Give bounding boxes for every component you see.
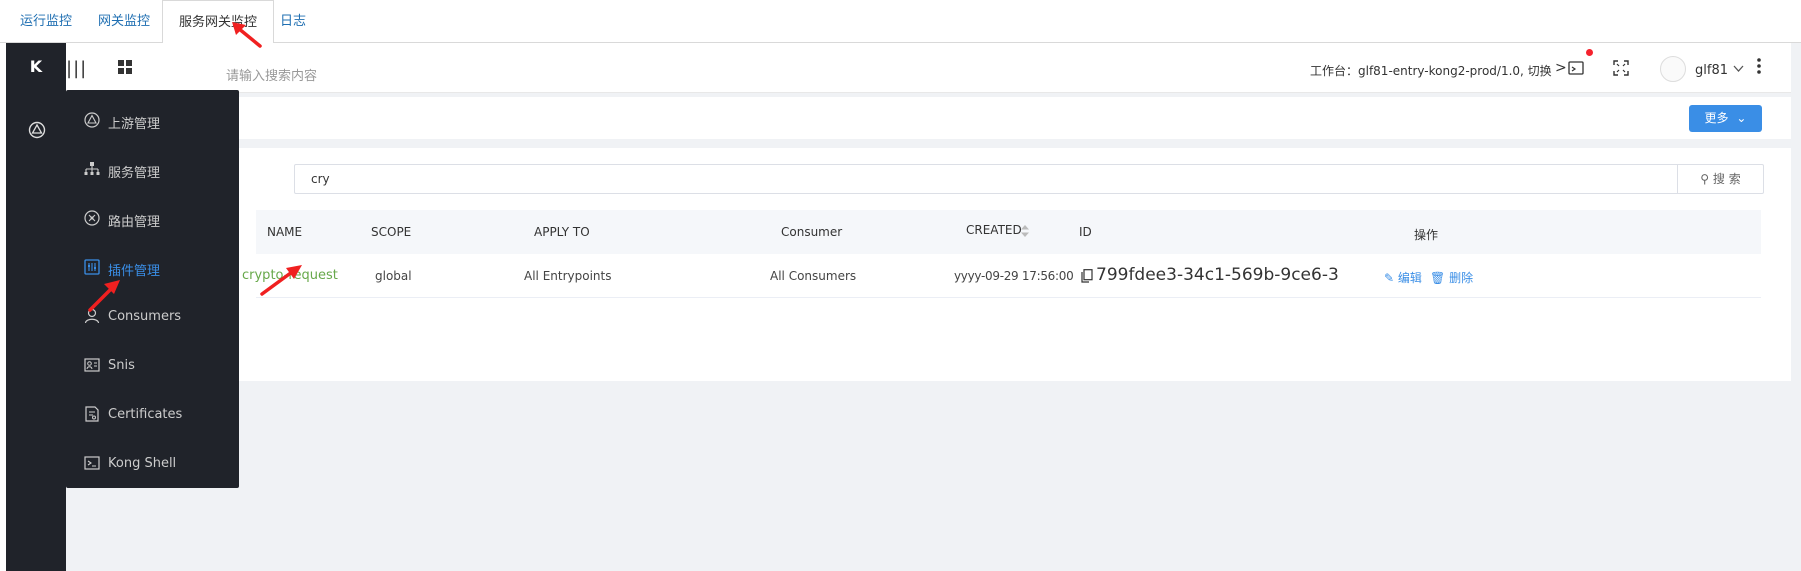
column-header-actions: 操作 xyxy=(1414,228,1439,242)
menu-item-snis[interactable]: Snis xyxy=(66,342,239,390)
edit-label: 编辑 xyxy=(1397,271,1422,285)
route-icon xyxy=(84,210,100,226)
terminal-icon xyxy=(84,456,100,470)
app-logo: K xyxy=(29,57,43,76)
menu-item-label: Certificates xyxy=(108,407,183,422)
cell-scope: global xyxy=(375,269,412,283)
menu-item-routes[interactable]: 路由管理 xyxy=(66,195,239,243)
cell-consumer: All Consumers xyxy=(770,269,857,283)
plugin-icon xyxy=(84,259,100,275)
edit-icon: ✎ xyxy=(1384,271,1395,285)
more-button-label: 更多 xyxy=(1704,111,1729,125)
top-tab-bar: 运行监控 网关监控 服务网关监控 日志 xyxy=(0,0,1801,44)
delete-label: 删除 xyxy=(1449,271,1474,285)
tab-runtime-monitor[interactable]: 运行监控 xyxy=(4,0,88,43)
sort-icon[interactable] xyxy=(1021,225,1029,237)
menu-item-label: 插件管理 xyxy=(108,264,161,279)
annotation-arrow-icon xyxy=(232,22,262,48)
search-button[interactable]: ⚲ 搜 索 xyxy=(1677,165,1763,193)
username[interactable]: glf81 xyxy=(1695,63,1728,78)
sitemap-icon xyxy=(84,162,100,175)
avatar[interactable] xyxy=(1660,56,1686,82)
menu-item-label: Snis xyxy=(108,358,135,373)
terminal-monitor-icon[interactable] xyxy=(1568,61,1584,75)
sni-icon xyxy=(84,358,100,372)
filter-box: cry ⚲ 搜 索 xyxy=(294,164,1764,194)
cell-created: yyyy-09-29 17:56:00 xyxy=(954,269,1074,283)
chevron-right-icon[interactable]: > xyxy=(1555,60,1567,76)
fullscreen-icon[interactable] xyxy=(1613,60,1629,76)
menu-item-kong-shell[interactable]: Kong Shell xyxy=(66,440,239,488)
cell-id: 799fdee3-34c1-569b-9ce6-3 xyxy=(1096,265,1339,285)
edit-action[interactable]: ✎ 编辑 xyxy=(1384,269,1422,286)
column-header-consumer[interactable]: Consumer xyxy=(781,225,842,239)
column-header-id[interactable]: ID xyxy=(1079,225,1092,239)
search-button-label: 搜 索 xyxy=(1712,172,1741,186)
workspace-switcher[interactable]: 工作台：glf81-entry-kong2-prod/1.0, 切换 xyxy=(1310,62,1552,79)
apps-grid-icon[interactable] xyxy=(118,60,132,74)
column-header-scope[interactable]: SCOPE xyxy=(371,225,411,239)
menu-item-label: 服务管理 xyxy=(108,166,161,181)
filter-input[interactable]: cry xyxy=(311,172,330,186)
menu-item-label: Kong Shell xyxy=(108,456,177,471)
menu-item-label: 路由管理 xyxy=(108,215,161,230)
main-content: ||| 请输入搜索内容 工作台：glf81-entry-kong2-prod/1… xyxy=(66,43,1801,571)
tab-gateway-monitor[interactable]: 网关监控 xyxy=(82,0,166,43)
chevron-down-icon[interactable] xyxy=(1733,65,1744,73)
toolbar: ||| 请输入搜索内容 工作台：glf81-entry-kong2-prod/1… xyxy=(66,43,1791,93)
left-rail: K xyxy=(6,43,66,571)
cell-apply-to: All Entrypoints xyxy=(524,269,612,283)
menu-item-services[interactable]: 服务管理 xyxy=(66,146,239,194)
global-search-input[interactable]: 请输入搜索内容 xyxy=(226,65,317,84)
upstream-icon xyxy=(84,112,100,128)
delete-action[interactable]: 🗑 删除 xyxy=(1430,269,1473,286)
menu-item-label: 上游管理 xyxy=(108,117,161,132)
certificate-icon xyxy=(85,406,99,422)
menu-item-upstream[interactable]: 上游管理 xyxy=(66,97,239,145)
table-header: NAME SCOPE APPLY TO Consumer CREATED ID … xyxy=(256,210,1761,254)
more-button[interactable]: 更多 ⌄ xyxy=(1689,105,1762,132)
plugins-panel: cry ⚲ 搜 索 NAME SCOPE APPLY TO Consumer C… xyxy=(66,148,1791,381)
annotation-arrow-icon xyxy=(88,280,120,312)
copy-icon[interactable] xyxy=(1081,269,1093,283)
collapse-menu-icon[interactable]: ||| xyxy=(66,58,87,79)
more-vertical-icon[interactable] xyxy=(1757,58,1761,74)
upstream-icon[interactable] xyxy=(28,121,46,139)
trash-icon: 🗑 xyxy=(1430,271,1446,285)
annotation-arrow-icon xyxy=(260,265,302,296)
search-icon: ⚲ xyxy=(1700,172,1710,186)
tab-logs[interactable]: 日志 xyxy=(264,0,322,43)
notification-dot xyxy=(1586,49,1593,56)
menu-item-certificates[interactable]: Certificates xyxy=(66,391,239,439)
column-header-apply-to[interactable]: APPLY TO xyxy=(534,225,590,239)
table-row: crypto-request global All Entrypoints Al… xyxy=(242,254,1761,298)
action-bar: 更多 ⌄ xyxy=(66,97,1791,139)
chevron-down-icon: ⌄ xyxy=(1736,111,1747,125)
column-header-name[interactable]: NAME xyxy=(267,225,302,239)
column-header-created[interactable]: CREATED xyxy=(966,223,1022,237)
